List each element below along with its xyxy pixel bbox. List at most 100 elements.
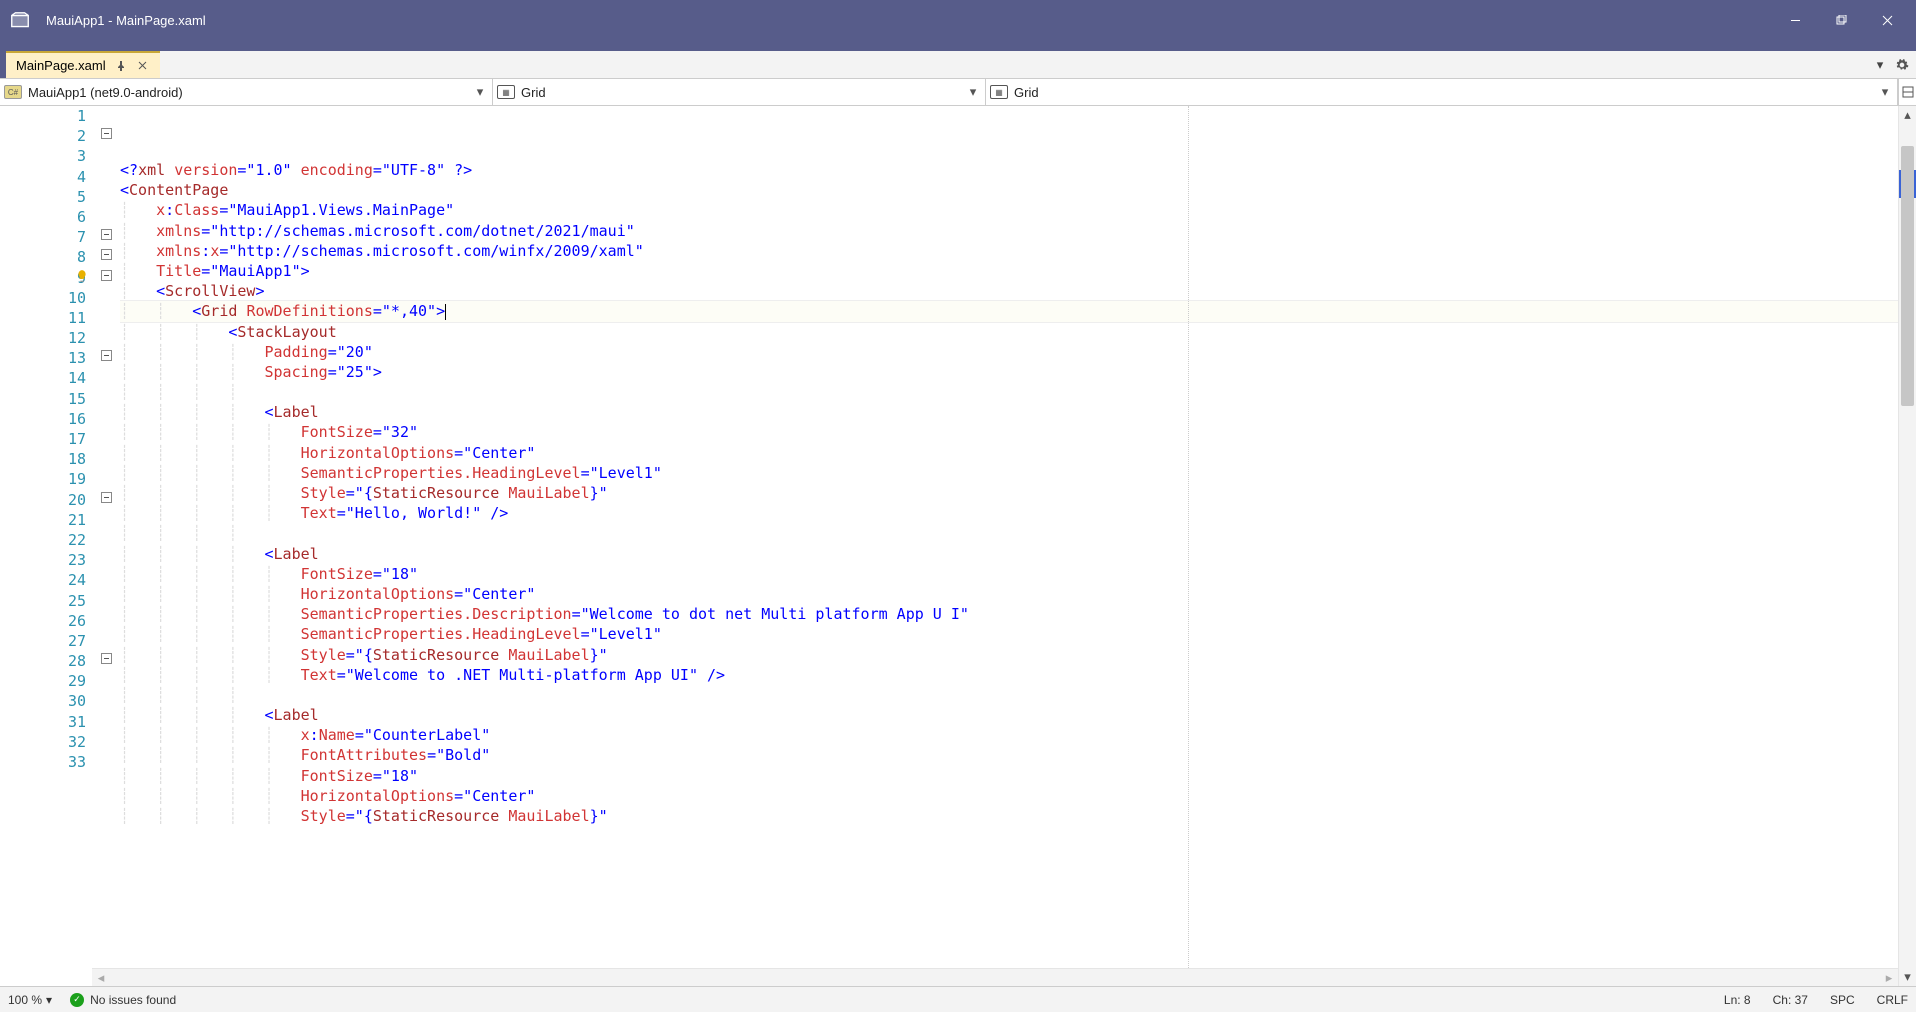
scroll-thumb[interactable] — [1901, 146, 1914, 406]
fold-toggle — [92, 187, 120, 207]
scroll-left-icon[interactable]: ◂ — [92, 969, 110, 986]
code-line[interactable]: ┊ ┊ ┊ ┊ ┊ Text="Welcome to .NET Multi-pl… — [120, 665, 1898, 685]
code-line[interactable]: ┊ ┊ <Grid RowDefinitions="*,40"> — [120, 301, 1898, 321]
fold-toggle[interactable] — [92, 651, 120, 671]
fold-toggle — [92, 611, 120, 631]
code-line[interactable]: ┊ x:Class="MauiApp1.Views.MainPage" — [120, 200, 1898, 220]
line-number: 25 — [0, 591, 92, 611]
code-line[interactable]: ┊ ┊ ┊ ┊ — [120, 523, 1898, 543]
line-number: 23 — [0, 550, 92, 570]
tab-mainpage[interactable]: MainPage.xaml — [6, 51, 160, 78]
fold-toggle[interactable] — [92, 126, 120, 146]
code-line[interactable]: ┊ ┊ ┊ ┊ <Label — [120, 402, 1898, 422]
fold-toggle — [92, 510, 120, 530]
close-icon[interactable] — [136, 59, 150, 73]
code-line[interactable]: ┊ ┊ ┊ ┊ ┊ x:Name="CounterLabel" — [120, 725, 1898, 745]
scroll-right-icon[interactable]: ▸ — [1880, 969, 1898, 986]
code-area[interactable]: <?xml version="1.0" encoding="UTF-8" ?><… — [120, 106, 1898, 986]
fold-toggle — [92, 389, 120, 409]
column-indicator[interactable]: Ch: 37 — [1773, 993, 1808, 1007]
tabstrip: MainPage.xaml ▾ — [0, 51, 1916, 79]
tab-overflow-icon[interactable]: ▾ — [1872, 57, 1888, 73]
zoom-value: 100 % — [8, 993, 42, 1007]
fold-toggle[interactable] — [92, 268, 120, 288]
fold-toggle[interactable] — [92, 348, 120, 368]
code-line[interactable]: ┊ ┊ ┊ ┊ <Label — [120, 544, 1898, 564]
line-number: 18 — [0, 449, 92, 469]
line-number: 4 — [0, 167, 92, 187]
issues-indicator[interactable]: ✓ No issues found — [70, 993, 176, 1007]
scope-label: Grid — [521, 85, 959, 100]
fold-toggle — [92, 429, 120, 449]
code-line[interactable]: ┊ ┊ ┊ ┊ ┊ Text="Hello, World!" /> — [120, 503, 1898, 523]
fold-toggle[interactable] — [92, 227, 120, 247]
code-line[interactable]: ┊ ┊ ┊ ┊ — [120, 685, 1898, 705]
line-number: 3 — [0, 146, 92, 166]
editor[interactable]: 1234567891011121314151617181920212223242… — [0, 106, 1916, 986]
code-line[interactable]: ┊ ┊ ┊ ┊ <Label — [120, 705, 1898, 725]
insert-mode[interactable]: SPC — [1830, 993, 1855, 1007]
issues-text: No issues found — [90, 993, 176, 1007]
lightbulb-icon[interactable] — [74, 268, 90, 284]
code-line[interactable]: ┊ <ScrollView> — [120, 281, 1898, 301]
code-line[interactable]: ┊ ┊ ┊ ┊ ┊ SemanticProperties.HeadingLeve… — [120, 624, 1898, 644]
code-line[interactable]: ┊ ┊ ┊ <StackLayout — [120, 322, 1898, 342]
code-line[interactable]: ┊ xmlns:x="http://schemas.microsoft.com/… — [120, 241, 1898, 261]
fold-toggle — [92, 712, 120, 732]
element-dropdown[interactable]: ▦ Grid ▾ — [986, 79, 1898, 105]
code-line[interactable]: ┊ ┊ ┊ ┊ ┊ Style="{StaticResource MauiLab… — [120, 806, 1898, 826]
minimize-button[interactable] — [1772, 5, 1818, 37]
check-circle-icon: ✓ — [70, 993, 84, 1007]
code-line[interactable]: ┊ ┊ ┊ ┊ ┊ HorizontalOptions="Center" — [120, 584, 1898, 604]
fold-toggle — [92, 530, 120, 550]
code-line[interactable]: ┊ ┊ ┊ ┊ ┊ FontSize="32" — [120, 422, 1898, 442]
line-number: 21 — [0, 510, 92, 530]
fold-toggle — [92, 732, 120, 752]
fold-toggle — [92, 671, 120, 691]
code-line[interactable]: ┊ ┊ ┊ ┊ ┊ SemanticProperties.Description… — [120, 604, 1898, 624]
line-number: 33 — [0, 752, 92, 772]
code-line[interactable]: ┊ ┊ ┊ ┊ ┊ Style="{StaticResource MauiLab… — [120, 483, 1898, 503]
code-line[interactable]: <?xml version="1.0" encoding="UTF-8" ?> — [120, 160, 1898, 180]
code-line[interactable]: ┊ ┊ ┊ ┊ ┊ HorizontalOptions="Center" — [120, 443, 1898, 463]
scroll-down-icon[interactable]: ▾ — [1899, 968, 1916, 986]
line-number: 17 — [0, 429, 92, 449]
pin-icon[interactable] — [114, 59, 128, 73]
fold-toggle[interactable] — [92, 490, 120, 510]
code-line[interactable]: ┊ xmlns="http://schemas.microsoft.com/do… — [120, 221, 1898, 241]
code-line[interactable]: ┊ ┊ ┊ ┊ — [120, 382, 1898, 402]
code-line[interactable]: ┊ ┊ ┊ ┊ ┊ FontSize="18" — [120, 564, 1898, 584]
close-button[interactable] — [1864, 5, 1910, 37]
code-line[interactable]: ┊ ┊ ┊ ┊ Spacing="25"> — [120, 362, 1898, 382]
code-line[interactable]: ┊ ┊ ┊ ┊ ┊ Style="{StaticResource MauiLab… — [120, 645, 1898, 665]
fold-toggle — [92, 691, 120, 711]
code-line[interactable]: ┊ ┊ ┊ ┊ ┊ SemanticProperties.HeadingLeve… — [120, 463, 1898, 483]
code-line[interactable]: ┊ Title="MauiApp1"> — [120, 261, 1898, 281]
line-number: 19 — [0, 469, 92, 489]
ruler-line — [1188, 106, 1189, 968]
settings-gear-icon[interactable] — [1894, 57, 1910, 73]
line-indicator[interactable]: Ln: 8 — [1724, 993, 1751, 1007]
scroll-up-icon[interactable]: ▴ — [1899, 106, 1916, 124]
split-view-button[interactable] — [1898, 79, 1916, 105]
code-line[interactable]: ┊ ┊ ┊ ┊ ┊ FontAttributes="Bold" — [120, 745, 1898, 765]
horizontal-scrollbar[interactable]: ◂ ▸ — [92, 968, 1898, 986]
code-line[interactable]: <ContentPage — [120, 180, 1898, 200]
project-dropdown[interactable]: C# MauiApp1 (net9.0-android) ▾ — [0, 79, 493, 105]
line-number: 32 — [0, 732, 92, 752]
line-number: 14 — [0, 368, 92, 388]
fold-toggle — [92, 288, 120, 308]
fold-column[interactable] — [92, 106, 120, 986]
zoom-dropdown[interactable]: 100 % ▾ — [8, 993, 52, 1007]
code-line[interactable]: ┊ ┊ ┊ ┊ Padding="20" — [120, 342, 1898, 362]
vertical-scrollbar[interactable]: ▴ ▾ — [1898, 106, 1916, 986]
fold-toggle[interactable] — [92, 247, 120, 267]
line-ending[interactable]: CRLF — [1877, 993, 1908, 1007]
fold-toggle — [92, 167, 120, 187]
scope-dropdown[interactable]: ▦ Grid ▾ — [493, 79, 986, 105]
line-number: 30 — [0, 691, 92, 711]
code-line[interactable]: ┊ ┊ ┊ ┊ ┊ FontSize="18" — [120, 766, 1898, 786]
code-line[interactable]: ┊ ┊ ┊ ┊ ┊ HorizontalOptions="Center" — [120, 786, 1898, 806]
fold-toggle — [92, 106, 120, 126]
maximize-button[interactable] — [1818, 5, 1864, 37]
